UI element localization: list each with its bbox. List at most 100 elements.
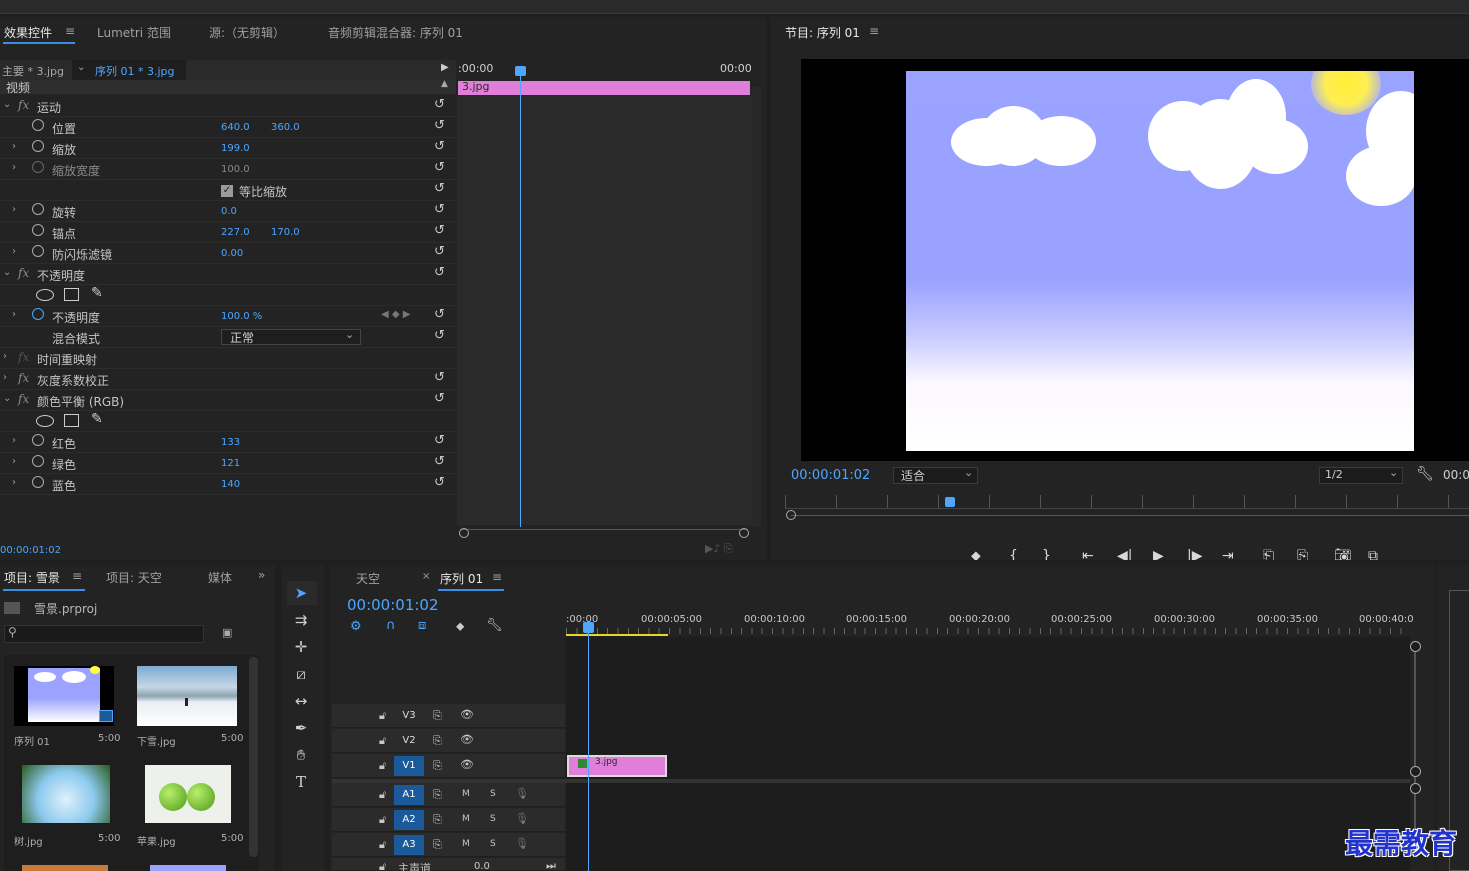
- row-blue[interactable]: › 蓝色 140 ↺: [0, 474, 456, 495]
- track-name[interactable]: A1: [394, 785, 424, 805]
- work-area-bar[interactable]: [566, 634, 668, 636]
- thumb-sequence-01[interactable]: [14, 666, 114, 726]
- wrench-icon[interactable]: 🔧︎: [486, 618, 503, 633]
- go-to-in-icon[interactable]: ⇤: [1082, 548, 1094, 560]
- ec-zoom-bar[interactable]: [460, 529, 748, 537]
- reset-icon[interactable]: ↺: [434, 307, 445, 322]
- track-header-master[interactable]: 🔓︎ 主声道 0.0 ⏭︎: [332, 858, 565, 871]
- chevron-right-icon[interactable]: ›: [12, 456, 16, 467]
- close-tab-icon[interactable]: ×: [422, 571, 430, 582]
- ec-playhead-handle[interactable]: [515, 66, 526, 76]
- row-blend-mode[interactable]: 混合模式 正常 ⌄ ↺: [0, 327, 456, 348]
- thumb-snow[interactable]: [137, 666, 237, 726]
- zoom-handle[interactable]: [1410, 783, 1421, 794]
- solo-button[interactable]: S: [490, 839, 496, 849]
- ripple-edit-tool-icon[interactable]: ✛: [290, 636, 312, 658]
- track-header-v1[interactable]: 🔓︎ V1 ⎘ 👁︎: [332, 754, 565, 778]
- pen-tool-icon[interactable]: ✒: [290, 717, 312, 739]
- row-anchor[interactable]: 锚点 227.0 170.0 ↺: [0, 222, 456, 243]
- microphone-icon[interactable]: 🎙︎: [515, 837, 529, 850]
- sync-lock-icon[interactable]: ⎘: [433, 788, 442, 802]
- slip-tool-icon[interactable]: ↔: [290, 690, 312, 712]
- lane-a3[interactable]: [566, 833, 1410, 857]
- reset-icon[interactable]: ↺: [434, 391, 445, 406]
- mark-out-icon[interactable]: }: [1042, 548, 1051, 560]
- sync-lock-icon[interactable]: ⎘: [433, 838, 442, 852]
- lock-icon[interactable]: 🔓︎: [379, 709, 386, 723]
- play-icon[interactable]: ▶: [1153, 548, 1164, 560]
- eye-icon[interactable]: 👁︎: [460, 708, 474, 721]
- stopwatch-icon[interactable]: [32, 308, 44, 320]
- chevron-right-icon[interactable]: ›: [12, 204, 16, 215]
- chevron-right-icon[interactable]: ›: [3, 372, 7, 383]
- row-scale-width[interactable]: › 缩放宽度 100.0 ↺: [0, 159, 456, 180]
- go-to-end-icon[interactable]: ⏭︎: [546, 859, 556, 871]
- stopwatch-icon[interactable]: [32, 140, 44, 152]
- green-value[interactable]: 121: [221, 458, 240, 469]
- rotation-value[interactable]: 0.0: [221, 206, 237, 217]
- solo-button[interactable]: S: [490, 814, 496, 824]
- export-frame-icon[interactable]: 📷︎: [1334, 548, 1352, 560]
- lane-a2[interactable]: [566, 808, 1410, 832]
- selection-tool-icon[interactable]: ➤: [290, 582, 312, 604]
- tab-media[interactable]: 媒体: [208, 569, 232, 586]
- item-name[interactable]: 下雪.jpg: [137, 733, 176, 748]
- tab-audio-clip-mixer[interactable]: 音频剪辑混合器: 序列 01: [328, 24, 463, 41]
- reset-icon[interactable]: ↺: [434, 160, 445, 175]
- track-header-a1[interactable]: 🔓︎ A1 ⎘ M S 🎙︎: [332, 783, 565, 807]
- ec-mini-timeline[interactable]: [457, 95, 751, 525]
- eye-icon[interactable]: 👁︎: [460, 758, 474, 771]
- track-name[interactable]: V1: [394, 756, 424, 776]
- row-rotation[interactable]: › 旋转 0.0 ↺: [0, 201, 456, 222]
- add-marker-icon[interactable]: ⬥: [971, 548, 981, 560]
- ec-clip-bar[interactable]: [458, 81, 750, 95]
- step-forward-icon[interactable]: |▶: [1187, 548, 1202, 560]
- ec-playhead[interactable]: [520, 67, 521, 527]
- row-time-remap[interactable]: › fx 时间重映射: [0, 348, 456, 369]
- stopwatch-icon[interactable]: [32, 119, 44, 131]
- row-antiflicker[interactable]: › 防闪烁滤镜 0.00 ↺: [0, 243, 456, 264]
- reset-icon[interactable]: ↺: [434, 118, 445, 133]
- ellipse-mask-icon[interactable]: [36, 289, 54, 301]
- tab-lumetri-scopes[interactable]: Lumetri 范围: [97, 24, 171, 41]
- red-value[interactable]: 133: [221, 437, 240, 448]
- thumb-trees[interactable]: [22, 765, 110, 823]
- play-only-audio-icon[interactable]: ▶: [441, 62, 449, 73]
- mute-button[interactable]: M: [462, 814, 470, 824]
- reset-icon[interactable]: ↺: [434, 181, 445, 196]
- row-green[interactable]: › 绿色 121 ↺: [0, 453, 456, 474]
- thumb-apples[interactable]: [145, 765, 231, 823]
- reset-icon[interactable]: ↺: [434, 454, 445, 469]
- extract-icon[interactable]: ⎘: [1297, 548, 1308, 560]
- reset-icon[interactable]: ↺: [434, 475, 445, 490]
- eye-icon[interactable]: 👁︎: [460, 733, 474, 746]
- item-name[interactable]: 序列 01: [14, 733, 50, 748]
- step-back-icon[interactable]: ◀|: [1117, 548, 1132, 560]
- snap-icon[interactable]: ∩: [386, 618, 396, 633]
- hand-tool-icon[interactable]: ✋︎: [290, 744, 312, 766]
- zoom-handle[interactable]: [1410, 641, 1421, 652]
- lock-icon[interactable]: 🔓︎: [379, 838, 386, 852]
- chevron-right-icon[interactable]: ›: [12, 435, 16, 446]
- stopwatch-icon[interactable]: [32, 434, 44, 446]
- master-clip-label[interactable]: 主要 * 3.jpg: [2, 63, 64, 79]
- track-name[interactable]: V3: [394, 706, 424, 726]
- export-icon[interactable]: ▶♪ ⎘: [705, 542, 733, 556]
- chevron-down-icon[interactable]: ⌄: [3, 267, 11, 278]
- panel-menu-icon[interactable]: ≡: [65, 24, 75, 38]
- anchor-x-value[interactable]: 227.0: [221, 227, 250, 238]
- pen-mask-icon[interactable]: ✎: [91, 285, 103, 301]
- track-header-a2[interactable]: 🔓︎ A2 ⎘ M S 🎙︎: [332, 808, 565, 832]
- lock-icon[interactable]: 🔓︎: [379, 788, 386, 802]
- tab-sequence-01[interactable]: 序列 01: [440, 570, 483, 587]
- reset-icon[interactable]: ↺: [434, 223, 445, 238]
- ec-scrollbar[interactable]: [751, 87, 761, 527]
- new-bin-icon[interactable]: ▣: [222, 626, 232, 639]
- panel-menu-icon[interactable]: ≡: [492, 570, 502, 584]
- razor-tool-icon[interactable]: ⧄: [290, 663, 312, 685]
- chevron-right-icon[interactable]: ›: [12, 162, 16, 173]
- anchor-y-value[interactable]: 170.0: [271, 227, 300, 238]
- stopwatch-icon[interactable]: [32, 245, 44, 257]
- program-monitor-title[interactable]: 节目: 序列 01: [785, 24, 860, 41]
- search-input[interactable]: [4, 625, 204, 643]
